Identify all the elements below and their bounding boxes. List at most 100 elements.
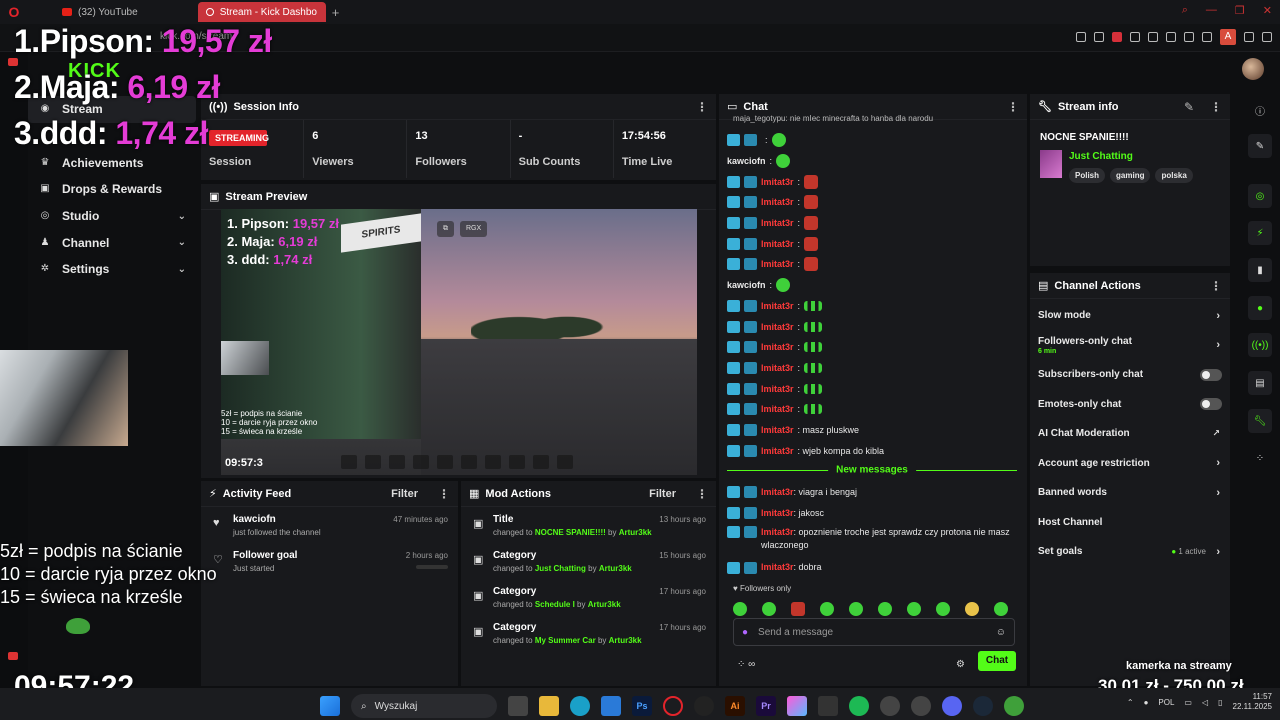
- close-button[interactable]: ✕: [1263, 4, 1272, 17]
- channel-action-item[interactable]: Emotes-only chat: [1030, 390, 1230, 420]
- shield-icon[interactable]: [1112, 32, 1122, 42]
- opera-icon[interactable]: [663, 696, 683, 716]
- pencil-icon[interactable]: ✎: [1248, 134, 1272, 158]
- chat-message[interactable]: lmitat3r:: [727, 192, 1017, 213]
- chat-username[interactable]: lmitat3r: [761, 508, 794, 518]
- premiere-icon[interactable]: Pr: [756, 696, 776, 716]
- more-options-icon[interactable]: ⋮: [1210, 100, 1222, 114]
- channel-action-item[interactable]: Set goals ● 1 active ›: [1030, 537, 1230, 567]
- obs-icon[interactable]: [694, 696, 714, 716]
- app-icon[interactable]: [787, 696, 807, 716]
- emote-icon[interactable]: [791, 602, 805, 616]
- mod-user[interactable]: Artur3kk: [609, 636, 642, 645]
- mod-value[interactable]: Just Chatting: [535, 564, 586, 573]
- emote-icon[interactable]: [907, 602, 921, 616]
- chevron-up-icon[interactable]: ⌃: [1127, 698, 1134, 707]
- download-icon[interactable]: [1244, 32, 1254, 42]
- list-item[interactable]: ▣ Category changed to Schedule I by Artur3…: [461, 579, 716, 615]
- more-options-icon[interactable]: ⋮: [696, 100, 708, 114]
- edge-icon[interactable]: [570, 696, 590, 716]
- store-icon[interactable]: [601, 696, 621, 716]
- popout-icon[interactable]: ⧉: [437, 221, 454, 237]
- broadcast-icon[interactable]: ((•)): [1248, 333, 1272, 357]
- emoji-icon[interactable]: ☺: [996, 627, 1006, 638]
- bookmark-icon[interactable]: [1076, 32, 1086, 42]
- list-item[interactable]: ♡ Follower goal Just started 2 hours ago: [201, 543, 458, 579]
- nav-item-channel[interactable]: ♟ Channel ⌄: [28, 229, 196, 256]
- lightning-icon[interactable]: ⚡: [1248, 221, 1272, 245]
- layout-icon[interactable]: ▤: [1248, 371, 1272, 395]
- category-thumbnail[interactable]: [1040, 150, 1062, 178]
- chat-message[interactable]: lmitat3r: jakosc: [727, 503, 1017, 524]
- chat-message[interactable]: lmitat3r:: [727, 358, 1017, 379]
- channel-action-item[interactable]: Followers-only chat 6 min ›: [1030, 331, 1230, 361]
- network-icon[interactable]: ▭: [1184, 698, 1192, 707]
- channel-action-item[interactable]: Slow mode ›: [1030, 301, 1230, 331]
- edit-icon[interactable]: ✎: [1184, 100, 1194, 114]
- app-icon[interactable]: [1004, 696, 1024, 716]
- chat-input[interactable]: ● Send a message ☺: [733, 618, 1015, 646]
- wallet-icon[interactable]: [1202, 32, 1212, 42]
- more-options-icon[interactable]: ⋮: [1210, 279, 1222, 293]
- mod-value[interactable]: NOCNE SPANIE!!!!: [535, 528, 606, 537]
- play-icon[interactable]: [1148, 32, 1158, 42]
- chat-username[interactable]: lmitat3r: [761, 384, 794, 394]
- channel-action-item[interactable]: AI Chat Moderation ↗: [1030, 419, 1230, 449]
- chat-settings-icon[interactable]: ⚙: [956, 659, 965, 670]
- chat-username[interactable]: lmitat3r: [761, 446, 794, 456]
- chat-username[interactable]: lmitat3r: [761, 322, 794, 332]
- channel-action-item[interactable]: Host Channel: [1030, 508, 1230, 538]
- battery-icon[interactable]: ▯: [1218, 698, 1222, 707]
- chat-message[interactable]: lmitat3r:: [727, 233, 1017, 254]
- filter-button[interactable]: Filter: [649, 488, 676, 500]
- sidebar-dot-icon[interactable]: [8, 652, 18, 660]
- list-item[interactable]: ▣ Title changed to NOCNE SPANIE!!!! by Art…: [461, 507, 716, 543]
- emote-icon[interactable]: [849, 602, 863, 616]
- extensions-icon[interactable]: [1184, 32, 1194, 42]
- search-icon[interactable]: ⌕: [1182, 4, 1188, 17]
- chat-message[interactable]: lmitat3r:: [727, 399, 1017, 420]
- emote-icon[interactable]: [965, 602, 979, 616]
- target-icon[interactable]: ◎: [1248, 184, 1272, 208]
- app-icon[interactable]: [880, 696, 900, 716]
- chat-message[interactable]: lmitat3r:: [727, 254, 1017, 275]
- mod-value[interactable]: Schedule I: [535, 600, 575, 609]
- taskbar-search[interactable]: ⌕ Wyszukaj: [351, 694, 497, 718]
- nav-item-settings[interactable]: ✲ Settings ⌄: [28, 256, 196, 283]
- chat-message[interactable]: lmitat3r:: [727, 213, 1017, 234]
- minimize-button[interactable]: —: [1206, 4, 1217, 17]
- mod-user[interactable]: Artur3kk: [619, 528, 652, 537]
- chat-message[interactable]: kawciofn:: [727, 275, 1017, 296]
- chat-username[interactable]: lmitat3r: [761, 301, 794, 311]
- tag[interactable]: gaming: [1110, 168, 1151, 183]
- channel-action-item[interactable]: Banned words ›: [1030, 478, 1230, 508]
- chat-username[interactable]: lmitat3r: [761, 487, 794, 497]
- volume-icon[interactable]: ◁: [1202, 698, 1208, 707]
- profile-avatar[interactable]: A: [1220, 29, 1236, 45]
- mod-tools-icon[interactable]: ⁘ ∞: [737, 659, 755, 670]
- menu-icon[interactable]: [1262, 32, 1272, 42]
- emote-icon[interactable]: [936, 602, 950, 616]
- nav-item-drops[interactable]: ▣ Drops & Rewards: [28, 176, 196, 203]
- chat-message[interactable]: lmitat3r:: [727, 316, 1017, 337]
- emote-icon[interactable]: [878, 602, 892, 616]
- more-options-icon[interactable]: ⋮: [696, 487, 708, 501]
- dots-menu-icon[interactable]: ⁘: [1248, 446, 1272, 470]
- chat-username[interactable]: lmitat3r: [761, 425, 794, 435]
- chat-message[interactable]: lmitat3r:: [727, 337, 1017, 358]
- mod-value[interactable]: My Summer Car: [535, 636, 596, 645]
- emote-icon[interactable]: [994, 602, 1008, 616]
- mod-user[interactable]: Artur3kk: [599, 564, 632, 573]
- nav-item-studio[interactable]: ◎ Studio ⌄: [28, 203, 196, 230]
- filter-button[interactable]: Filter: [391, 488, 418, 500]
- taskbar-clock[interactable]: 11:57 22.11.2025: [1233, 692, 1272, 712]
- list-item[interactable]: ♥ kawciofn just followed the channel 47 …: [201, 507, 458, 543]
- send-chat-button[interactable]: Chat: [978, 651, 1016, 671]
- preview-ctrl-label[interactable]: RGX: [460, 221, 488, 237]
- spotify-icon[interactable]: [849, 696, 869, 716]
- chat-message[interactable]: kawciofn:: [727, 151, 1017, 172]
- channel-action-item[interactable]: Subscribers-only chat: [1030, 360, 1230, 390]
- list-item[interactable]: ▣ Category changed to Just Chatting by Art…: [461, 543, 716, 579]
- steam-icon[interactable]: [973, 696, 993, 716]
- tag[interactable]: Polish: [1069, 168, 1106, 183]
